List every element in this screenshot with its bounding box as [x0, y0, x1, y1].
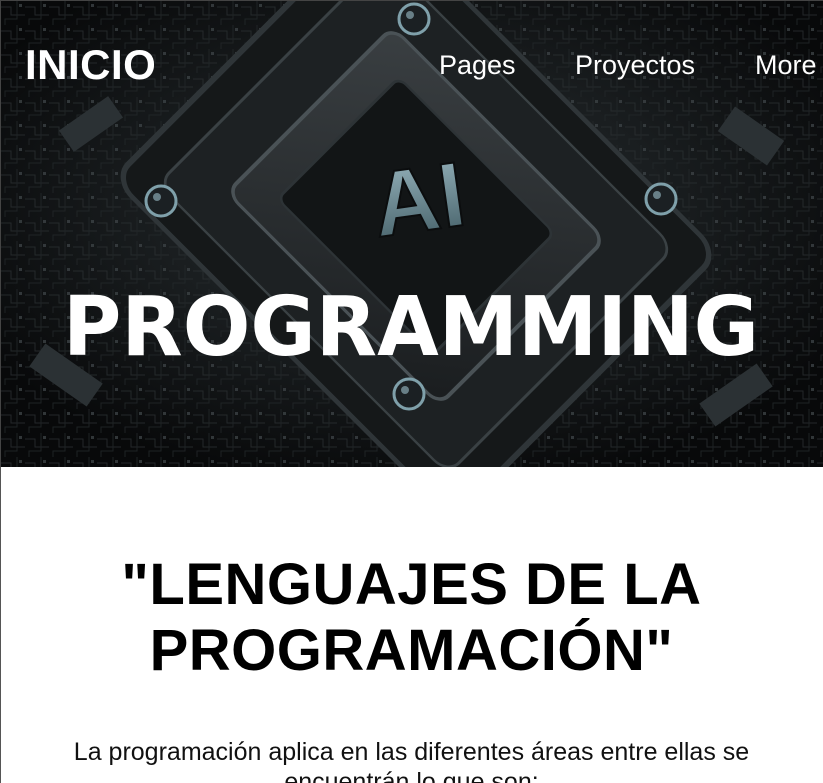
- hero-banner: AI INICIO Pages Proyectos More PROGRAMMI…: [0, 0, 823, 467]
- top-navigation: INICIO Pages Proyectos More: [1, 1, 823, 101]
- intro-paragraph: La programación aplica en las diferentes…: [73, 738, 750, 783]
- nav-link-proyectos[interactable]: Proyectos: [575, 48, 695, 82]
- page-heading-line-1: "LENGUAJES DE LA: [121, 552, 702, 617]
- hero-title-text: PROGRAMMING: [63, 280, 759, 369]
- ai-chip-label: AI: [366, 143, 471, 257]
- page-heading-line-2: PROGRAMACIÓN": [149, 618, 674, 683]
- nav-link-more[interactable]: More: [755, 48, 817, 82]
- page-heading: "LENGUAJES DE LA PROGRAMACIÓN": [0, 552, 823, 684]
- page: AI INICIO Pages Proyectos More PROGRAMMI…: [0, 0, 823, 783]
- nav-link-pages[interactable]: Pages: [439, 48, 516, 82]
- nav-links: Pages Proyectos More: [1, 48, 823, 82]
- hero-title: PROGRAMMING: [63, 280, 759, 369]
